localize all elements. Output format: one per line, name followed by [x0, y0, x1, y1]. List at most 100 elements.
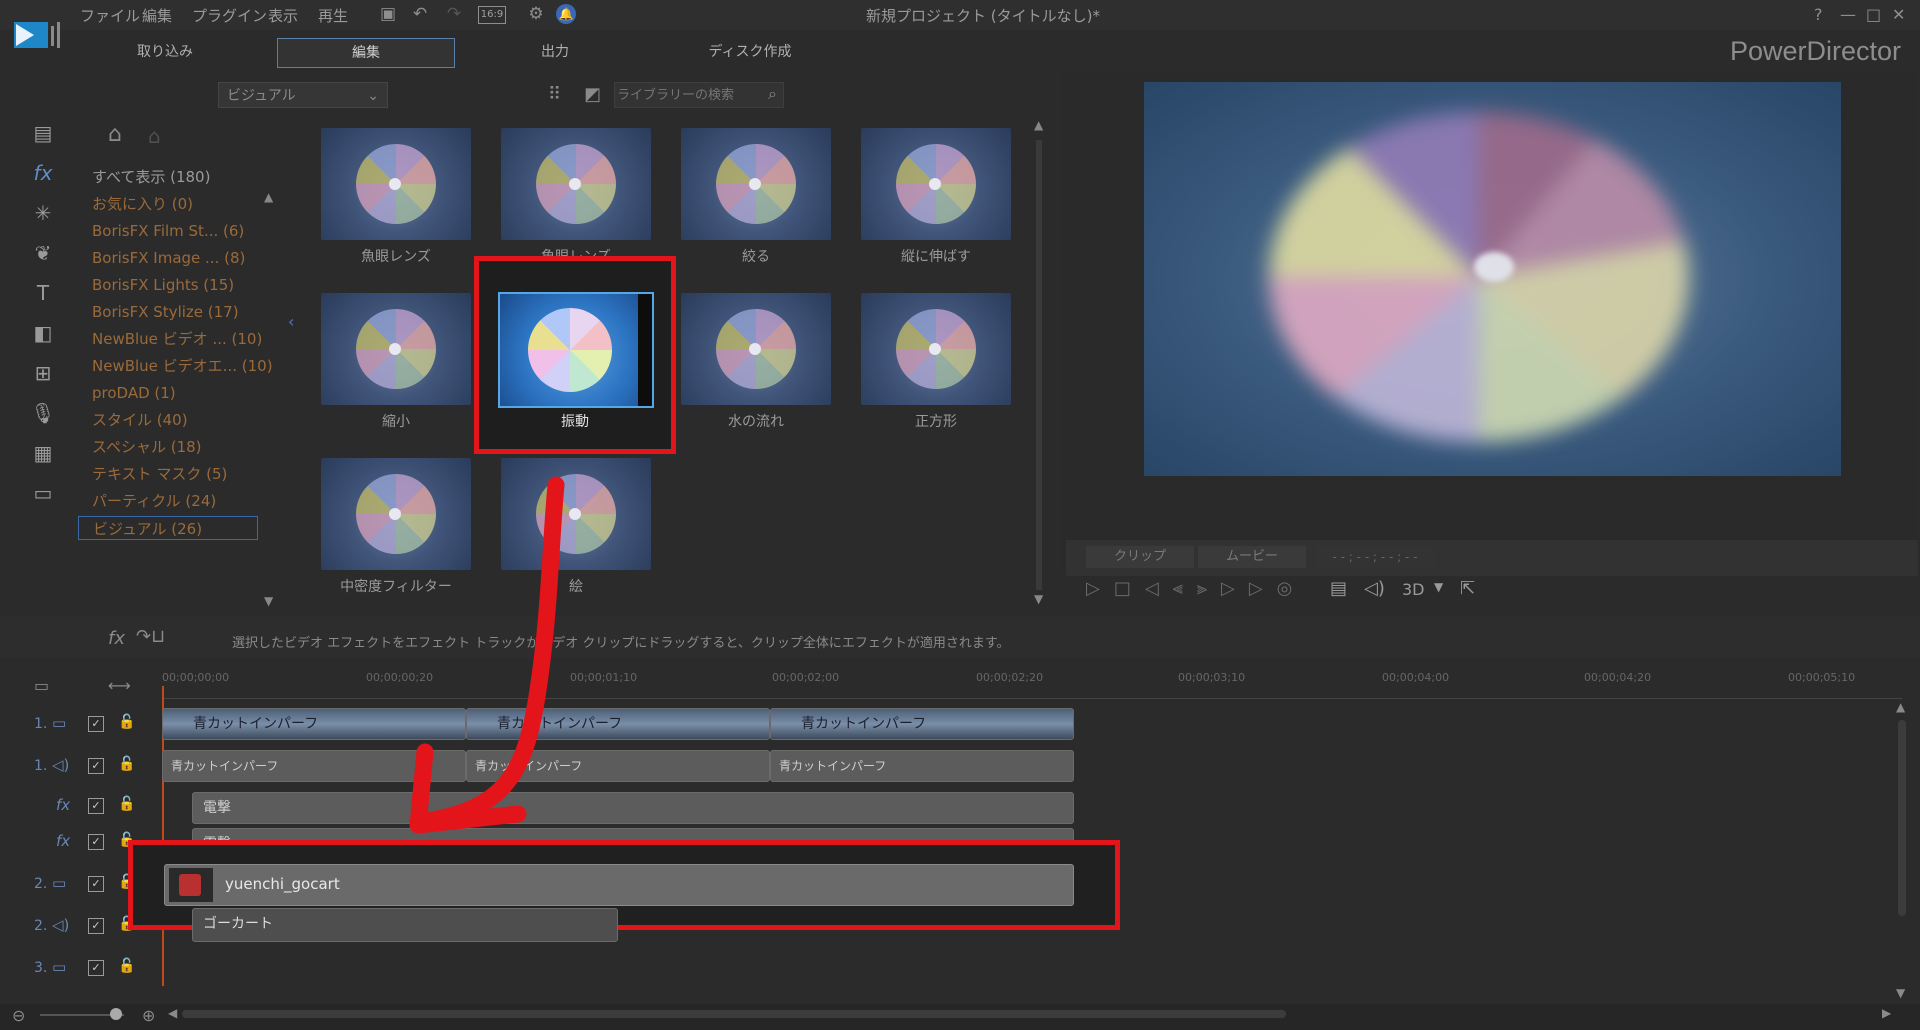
playback-controls[interactable]: ▷□◁⫷⫸▷▷◎ — [1086, 578, 1306, 599]
menu-edit[interactable]: 編集 — [142, 5, 172, 26]
tab-produce[interactable]: 出力 — [500, 38, 610, 66]
track-enable-checkbox[interactable]: ✓ — [88, 834, 104, 850]
category-item[interactable]: すべて表示 (180) — [92, 165, 210, 189]
3d-mode-button[interactable]: 3D — [1402, 580, 1425, 599]
scroll-up-icon[interactable]: ▲ — [1896, 700, 1905, 714]
save-icon[interactable]: ▣ — [378, 4, 398, 24]
audio-clip[interactable]: 青カットインパーフ — [770, 750, 1074, 782]
effect-thumbnail-shake[interactable] — [498, 292, 654, 408]
effect-thumbnail[interactable] — [681, 293, 831, 405]
zoom-in-icon[interactable]: ⊕ — [142, 1006, 155, 1025]
audio-mixing-icon[interactable]: ⊞ — [30, 360, 56, 386]
maximize-icon[interactable]: □ — [1866, 5, 1881, 24]
menu-plugin[interactable]: プラグイン — [192, 5, 267, 26]
track-enable-checkbox[interactable]: ✓ — [88, 960, 104, 976]
fx-icon[interactable]: fx — [108, 628, 125, 649]
tab-movie[interactable]: ムービー — [1198, 546, 1306, 568]
effect-thumbnail[interactable] — [321, 128, 471, 240]
grid-view-icon[interactable]: ⠿ — [548, 84, 561, 105]
effect-thumbnail[interactable] — [501, 128, 651, 240]
lock-icon[interactable]: 🔓 — [118, 714, 135, 730]
library-scrollbar[interactable] — [1036, 140, 1042, 590]
tab-capture[interactable]: 取り込み — [110, 38, 220, 66]
subtitle-icon[interactable]: ▤ — [1330, 578, 1347, 599]
track-enable-checkbox[interactable]: ✓ — [88, 758, 104, 774]
effect-thumbnail[interactable] — [321, 293, 471, 405]
particle-room-icon[interactable]: ❦ — [30, 240, 56, 266]
notification-icon[interactable]: 🔔 — [556, 4, 576, 24]
collapse-panel-icon[interactable]: ‹ — [288, 312, 294, 331]
category-item[interactable]: テキスト マスク (5) — [92, 462, 227, 486]
category-item[interactable]: BorisFX Film St... (6) — [92, 219, 244, 243]
category-item[interactable]: BorisFX Lights (15) — [92, 273, 234, 297]
undock-icon[interactable]: ⇱ — [1460, 578, 1475, 599]
category-item[interactable]: proDAD (1) — [92, 381, 176, 405]
fit-timeline-icon[interactable]: ⟷ — [108, 676, 131, 695]
redo-icon[interactable]: ↷ — [444, 4, 464, 24]
track-enable-checkbox[interactable]: ✓ — [88, 798, 104, 814]
add-tag-icon[interactable]: ⌂ — [108, 122, 122, 147]
category-item[interactable]: スタイル (40) — [92, 408, 188, 432]
library-filter-dropdown[interactable]: ビジュアル ⌄ — [218, 82, 388, 108]
close-icon[interactable]: ✕ — [1892, 5, 1905, 24]
track-enable-checkbox[interactable]: ✓ — [88, 918, 104, 934]
track-enable-checkbox[interactable]: ✓ — [88, 716, 104, 732]
audio-clip-gocart[interactable]: ゴーカート — [192, 908, 618, 942]
menu-playback[interactable]: 再生 — [318, 5, 348, 26]
scroll-up-icon[interactable]: ▲ — [1034, 118, 1043, 132]
scroll-down-icon[interactable]: ▼ — [1896, 986, 1905, 1000]
scroll-right-icon[interactable]: ▶ — [1882, 1006, 1891, 1020]
effect-thumbnail[interactable] — [681, 128, 831, 240]
fx-room-icon[interactable]: fx — [30, 160, 56, 186]
pip-room-icon[interactable]: ✳ — [30, 200, 56, 226]
video-clip[interactable]: 青カットインパーフ — [770, 708, 1074, 740]
lock-icon[interactable]: 🔓 — [118, 756, 135, 772]
track-enable-checkbox[interactable]: ✓ — [88, 876, 104, 892]
track-manager-icon[interactable]: ▭ — [34, 676, 49, 695]
menu-file[interactable]: ファイル — [80, 5, 140, 26]
timecode-display[interactable]: - - ; - - ; - - ; - - — [1316, 546, 1434, 568]
scroll-up-icon[interactable]: ▲ — [264, 190, 273, 204]
tab-disc[interactable]: ディスク作成 — [680, 38, 820, 66]
zoom-out-icon[interactable]: ⊖ — [12, 1006, 25, 1025]
app-logo[interactable] — [14, 18, 64, 52]
apply-effect-icon[interactable]: ↷⊔ — [136, 626, 165, 647]
lock-icon[interactable]: 🔓 — [118, 958, 135, 974]
preview-screen[interactable] — [1144, 82, 1841, 476]
category-item[interactable]: BorisFX Stylize (17) — [92, 300, 239, 324]
media-room-icon[interactable]: ▤ — [30, 120, 56, 146]
subtitle-room-icon[interactable]: ▭ — [30, 480, 56, 506]
settings-icon[interactable]: ⚙ — [526, 4, 546, 24]
effect-thumbnail[interactable] — [861, 128, 1011, 240]
video-clip-gocart[interactable]: yuenchi_gocart — [164, 864, 1074, 906]
minimize-icon[interactable]: — — [1840, 5, 1856, 24]
title-room-icon[interactable]: T — [30, 280, 56, 306]
timeline-vscrollbar[interactable] — [1898, 720, 1906, 916]
tab-clip[interactable]: クリップ — [1086, 546, 1194, 568]
category-item[interactable]: お気に入り (0) — [92, 192, 193, 216]
aspect-ratio-icon[interactable]: 16:9 — [478, 6, 506, 24]
category-item[interactable]: スペシャル (18) — [92, 435, 202, 459]
voice-over-icon[interactable]: 🎙 — [30, 400, 56, 426]
category-item[interactable]: BorisFX Image ... (8) — [92, 246, 245, 270]
library-search[interactable]: ⌕ — [614, 82, 784, 108]
category-item[interactable]: NewBlue ビデオ ... (10) — [92, 327, 262, 351]
search-input[interactable] — [615, 83, 759, 107]
search-icon[interactable]: ⌕ — [768, 84, 777, 104]
category-item[interactable]: パーティクル (24) — [92, 489, 216, 513]
scroll-down-icon[interactable]: ▼ — [1034, 592, 1043, 606]
timeline-scrollbar[interactable] — [182, 1010, 1286, 1018]
volume-icon[interactable]: ◁) — [1364, 578, 1385, 599]
lock-icon[interactable]: 🔓 — [118, 796, 135, 812]
help-icon[interactable]: ? — [1814, 5, 1823, 24]
chevron-down-icon[interactable]: ▼ — [1434, 580, 1443, 594]
category-item-visual[interactable]: ビジュアル (26) — [78, 516, 258, 540]
remove-tag-icon[interactable]: ⌂ — [148, 124, 161, 148]
menu-view[interactable]: 表示 — [268, 5, 298, 26]
scroll-down-icon[interactable]: ▼ — [264, 594, 273, 608]
tab-edit[interactable]: 編集 — [277, 38, 455, 68]
chapter-room-icon[interactable]: ▦ — [30, 440, 56, 466]
zoom-slider-handle[interactable] — [110, 1008, 122, 1020]
effect-thumbnail[interactable] — [861, 293, 1011, 405]
thumbnail-size-icon[interactable]: ◩ — [584, 84, 601, 105]
